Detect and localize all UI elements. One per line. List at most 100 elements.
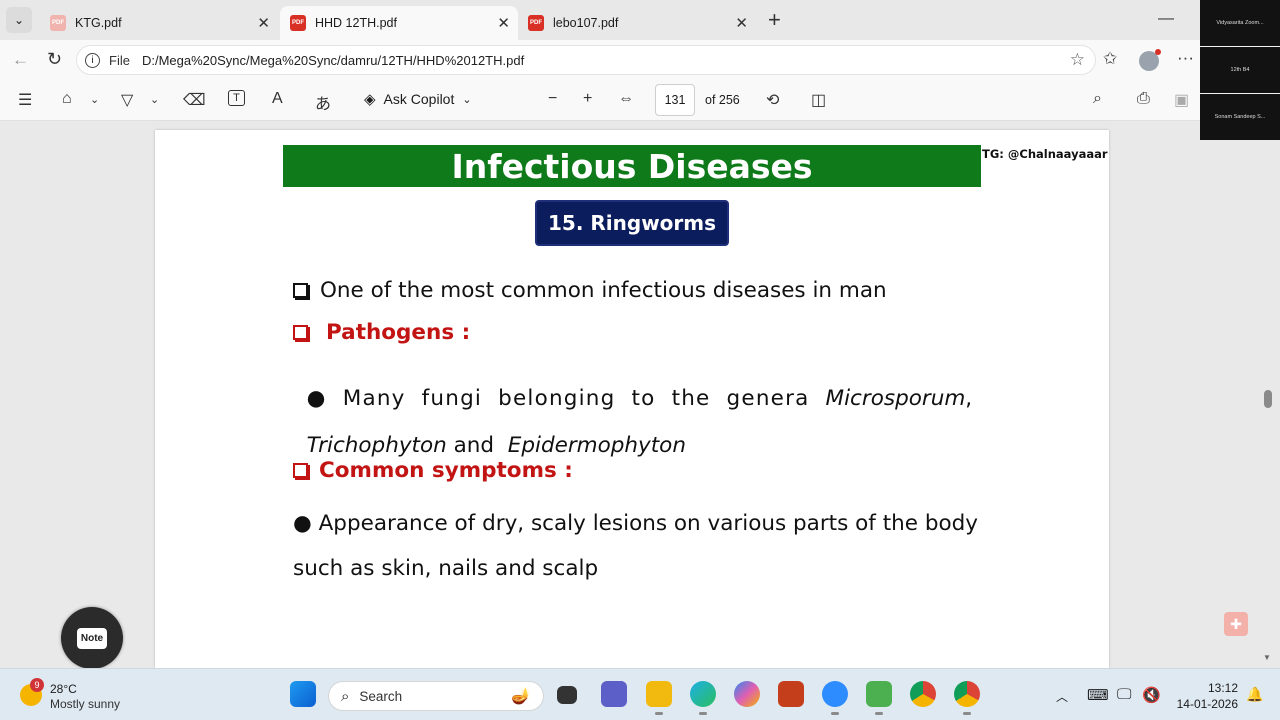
rotate-icon[interactable]: ⟲ [766,90,779,110]
page-view-icon[interactable]: ◫ [811,90,826,110]
zoom-in-icon[interactable]: + [583,90,592,108]
pathogens-line-2: Trichophyton and Epidermophyton [293,408,686,458]
tab-label: KTG.pdf [75,16,122,30]
minimize-button[interactable]: — [1158,10,1174,28]
search-icon[interactable]: ⌕ [1093,90,1102,108]
close-icon[interactable]: ✕ [497,14,510,32]
zoom-thumb-1[interactable]: Vidyasarita Zoom... [1200,0,1280,46]
note-icon: Note [76,627,108,649]
weather-widget[interactable]: 9 28°C Mostly sunny [18,678,158,714]
chevron-down-icon[interactable]: ⌄ [150,93,159,106]
file-explorer-icon[interactable] [646,681,672,715]
chrome-icon[interactable] [910,681,936,707]
more-menu-icon[interactable]: ··· [1177,48,1194,68]
adobe-acrobat-icon[interactable]: ✚ [1224,612,1248,636]
search-icon: ⌕ [341,687,350,705]
tab-label: lebo107.pdf [553,16,619,30]
new-tab-button[interactable]: + [768,7,781,33]
weather-badge: 9 [30,678,44,692]
section-title: 15. Ringworms [535,200,729,246]
tab-actions-button[interactable]: ⌄ [6,7,32,33]
chevron-down-icon: ⌄ [13,13,25,27]
checkbox-bullet-icon [293,283,308,298]
favorites-icon[interactable]: ✩ [1103,49,1117,69]
show-hidden-icons-chevron[interactable]: ︿ [1056,688,1068,705]
symptoms-line-2: such as skin, nails and scalp [293,556,599,581]
search-label: Search [359,688,403,704]
powerpoint-icon[interactable] [778,681,804,707]
tab-lebo107[interactable]: PDF lebo107.pdf ✕ [518,6,756,40]
pdf-toolbar: ☰ ⌂ ⌄ ▽ ⌄ ⌫ T A あ ◈ Ask Copilot ⌄ − + ⇔ … [0,80,1200,121]
symptoms-heading: Common symptoms : [293,458,573,483]
clock-date: 14-01-2026 [1176,697,1238,711]
temperature: 28°C [50,682,77,696]
teams-icon[interactable] [601,681,627,707]
and-text: and [446,433,501,458]
pathogens-line-1: ● Many fungi belonging to the genera Mic… [293,361,973,411]
volume-muted-icon[interactable]: 🔇 [1142,686,1161,704]
zoom-out-icon[interactable]: − [548,90,557,108]
genus-microsporum: Microsporum [825,386,966,411]
eraser-icon[interactable]: ⌫ [183,90,206,110]
bullet-text: One of the most common infectious diseas… [320,278,887,303]
refresh-icon[interactable]: ↻ [47,49,62,70]
chrome-profile-icon[interactable] [954,681,980,715]
pdf-file-icon: PDF [50,15,66,31]
tab-label: HHD 12TH.pdf [315,16,397,30]
windows-start-icon[interactable] [290,681,316,707]
notification-bell-icon[interactable]: 🔔 [1246,686,1263,703]
read-aloud-icon[interactable]: A [272,90,283,108]
profile-alert-dot [1155,49,1161,55]
back-arrow-icon[interactable]: ← [12,50,29,70]
network-icon[interactable]: 🖵 [1117,686,1131,703]
page-total: of 256 [705,93,740,107]
copilot-icon[interactable] [734,681,760,707]
scrollbar-thumb[interactable] [1264,390,1272,408]
address-bar[interactable]: i File D:/Mega%20Sync/Mega%20Sync/damru/… [76,45,1096,75]
close-icon[interactable]: ✕ [257,14,270,32]
pathogens-heading: Pathogens : [293,320,470,345]
url-text[interactable]: D:/Mega%20Sync/Mega%20Sync/damru/12TH/HH… [142,53,524,68]
zoom-icon[interactable] [822,681,848,715]
weather-condition: Mostly sunny [50,697,121,711]
highlight-icon[interactable]: ⌂ [62,90,72,108]
favorite-star-icon[interactable]: ☆ [1070,50,1085,70]
edge-icon[interactable] [690,681,716,715]
info-icon: i [85,52,100,68]
genus-epidermophyton: Epidermophyton [507,433,686,458]
close-icon[interactable]: ✕ [735,14,748,32]
tab-hhd-12th[interactable]: PDF HHD 12TH.pdf ✕ [280,6,518,40]
zoom-thumb-3[interactable]: Sonam Sandeep S... [1200,94,1280,140]
clock[interactable]: 13:12 14-01-2026 [1168,680,1238,712]
banner-title: Infectious Diseases [283,145,981,187]
taskbar-search[interactable]: ⌕ Search 🪔 [328,681,544,711]
comma: , [965,386,973,411]
save-icon[interactable]: ▣ [1174,90,1189,110]
bullet-line-1: One of the most common infectious diseas… [293,278,887,303]
url-scheme: File [109,52,130,68]
note-widget[interactable]: Note [61,607,123,669]
chevron-down-icon: ⌄ [462,93,472,106]
pathogens-heading-text: Pathogens : [326,320,471,345]
page-number-input[interactable]: 131 [655,84,695,116]
keyboard-icon[interactable]: ⌨ [1087,686,1109,704]
chevron-down-icon[interactable]: ⌄ [90,93,99,106]
text-box-icon[interactable]: T [228,90,245,106]
zoom-thumb-2[interactable]: 12th B4 [1200,47,1280,93]
symptoms-line-1: ● Appearance of dry, scaly lesions on va… [293,511,978,536]
fit-page-icon[interactable]: ⇔ [618,90,634,108]
pdf-file-icon: PDF [290,15,306,31]
checkbox-bullet-icon [293,325,308,340]
clock-time: 13:12 [1207,681,1238,695]
ask-copilot-button[interactable]: ◈ Ask Copilot ⌄ [364,90,472,108]
tab-ktg[interactable]: PDF KTG.pdf ✕ [40,6,278,40]
translate-icon[interactable]: あ [315,90,331,114]
copilot-icon: ◈ [364,91,376,108]
note-app-icon[interactable] [866,681,892,715]
contents-list-icon[interactable]: ☰ [18,90,32,110]
print-icon[interactable]: ⎙ [1137,90,1150,108]
tab-strip: ⌄ PDF KTG.pdf ✕ PDF HHD 12TH.pdf ✕ PDF l… [0,0,1280,40]
task-view-icon[interactable] [557,686,577,704]
draw-icon[interactable]: ▽ [121,90,133,110]
scroll-down-arrow-icon[interactable]: ▼ [1263,653,1271,662]
